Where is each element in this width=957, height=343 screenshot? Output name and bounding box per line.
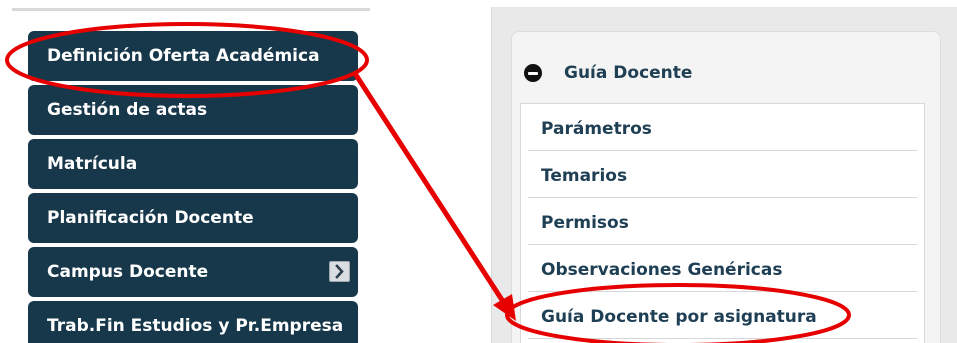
nav-item-gestion-actas[interactable]: Gestión de actas xyxy=(28,85,358,135)
nav-item-label: Campus Docente xyxy=(47,262,209,282)
submenu-item-permisos[interactable]: Permisos xyxy=(528,198,917,245)
chevron-right-icon[interactable] xyxy=(329,261,350,282)
guide-submenu-list: Parámetros Temarios Permisos Observacion… xyxy=(520,103,925,343)
guide-section-title: Guía Docente xyxy=(564,63,693,83)
submenu-item-observaciones-genericas[interactable]: Observaciones Genéricas xyxy=(528,245,917,292)
nav-item-label: Trab.Fin Estudios y Pr.Empresa xyxy=(47,316,344,336)
nav-item-label: Planificación Docente xyxy=(47,208,254,228)
nav-item-label: Gestión de actas xyxy=(47,100,208,120)
nav-item-trab-fin-estudios[interactable]: Trab.Fin Estudios y Pr.Empresa xyxy=(28,301,358,343)
nav-item-campus-docente[interactable]: Campus Docente xyxy=(28,247,358,297)
submenu-item-guia-docente-por-asignatura[interactable]: Guía Docente por asignatura xyxy=(528,292,917,339)
submenu-item-temarios[interactable]: Temarios xyxy=(528,151,917,198)
guide-section-header[interactable]: Guía Docente xyxy=(524,58,692,88)
annotation-arrow-line xyxy=(353,72,507,306)
nav-item-label: Definición Oferta Académica xyxy=(47,46,320,66)
minus-circle-icon[interactable] xyxy=(524,64,542,82)
left-navigation-menu: Definición Oferta Académica Gestión de a… xyxy=(28,31,358,343)
nav-item-definicion-oferta-academica[interactable]: Definición Oferta Académica xyxy=(28,31,358,81)
nav-item-label: Matrícula xyxy=(47,154,138,174)
nav-item-planificacion-docente[interactable]: Planificación Docente xyxy=(28,193,358,243)
submenu-item-parametros[interactable]: Parámetros xyxy=(528,104,917,151)
left-menu-top-border xyxy=(12,8,370,11)
screenshot-stage: Definición Oferta Académica Gestión de a… xyxy=(0,0,957,343)
nav-item-matricula[interactable]: Matrícula xyxy=(28,139,358,189)
